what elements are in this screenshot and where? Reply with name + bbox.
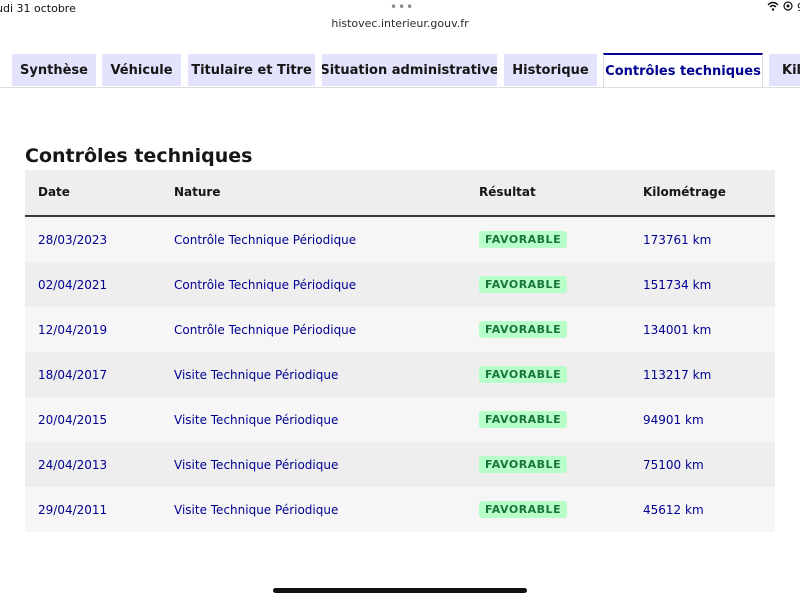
tab-kilometrage[interactable]: Kilo xyxy=(769,54,800,86)
row-date: 24/04/2013 xyxy=(38,458,108,472)
row-km: 134001 km xyxy=(643,323,712,337)
column-header-km: Kilométrage xyxy=(643,185,726,199)
row-nature: Visite Technique Périodique xyxy=(174,413,339,427)
result-badge: FAVORABLE xyxy=(479,276,568,293)
result-badge: FAVORABLE xyxy=(479,411,568,428)
column-header-result: Résultat xyxy=(479,185,536,199)
row-date: 18/04/2017 xyxy=(38,368,108,382)
row-km: 45612 km xyxy=(643,503,704,517)
tab-label: Synthèse xyxy=(20,62,88,78)
row-km: 94901 km xyxy=(643,413,704,427)
tab-historique[interactable]: Historique xyxy=(504,54,597,86)
tab-label: Véhicule xyxy=(110,62,173,78)
row-nature: Contrôle Technique Périodique xyxy=(174,323,357,337)
column-header-nature: Nature xyxy=(174,185,221,199)
status-time: udi 31 octobre xyxy=(0,2,76,15)
row-nature: Visite Technique Périodique xyxy=(174,368,339,382)
column-header-date: Date xyxy=(38,185,70,199)
tab-label: Titulaire et Titre xyxy=(191,62,312,78)
table-row: 24/04/2013 Visite Technique Périodique F… xyxy=(25,442,775,487)
row-km: 151734 km xyxy=(643,278,712,292)
result-badge: FAVORABLE xyxy=(479,231,568,248)
row-date: 20/04/2015 xyxy=(38,413,108,427)
status-bar: udi 31 octobre ••• histovec.interieur.go… xyxy=(0,0,800,40)
home-indicator[interactable] xyxy=(273,588,527,593)
tab-label: Historique xyxy=(512,62,589,78)
row-km: 113217 km xyxy=(643,368,712,382)
row-nature: Contrôle Technique Périodique xyxy=(174,233,357,247)
page-title: Contrôles techniques xyxy=(25,145,253,167)
row-date: 02/04/2021 xyxy=(38,278,108,292)
wifi-icon xyxy=(767,1,779,14)
tab-label: Contrôles techniques xyxy=(605,64,761,79)
tab-label: Kilo xyxy=(782,62,800,78)
location-icon xyxy=(783,1,793,14)
tab-vehicule[interactable]: Véhicule xyxy=(102,54,181,86)
table-row: 02/04/2021 Contrôle Technique Périodique… xyxy=(25,262,775,307)
tab-label: Situation administrative xyxy=(322,62,497,78)
tab-situation-administrative[interactable]: Situation administrative xyxy=(322,54,497,86)
result-badge: FAVORABLE xyxy=(479,501,568,518)
row-date: 12/04/2019 xyxy=(38,323,108,337)
row-nature: Visite Technique Périodique xyxy=(174,458,339,472)
address-bar-url[interactable]: histovec.interieur.gouv.fr xyxy=(0,17,800,30)
tab-synthese[interactable]: Synthèse xyxy=(12,54,96,86)
row-km: 173761 km xyxy=(643,233,712,247)
result-badge: FAVORABLE xyxy=(479,321,568,338)
table-row: 28/03/2023 Contrôle Technique Périodique… xyxy=(25,217,775,262)
table-row: 20/04/2015 Visite Technique Périodique F… xyxy=(25,397,775,442)
row-date: 28/03/2023 xyxy=(38,233,108,247)
row-km: 75100 km xyxy=(643,458,704,472)
result-badge: FAVORABLE xyxy=(479,366,568,383)
status-icons: 9 xyxy=(767,1,800,14)
table-header: Date Nature Résultat Kilométrage xyxy=(25,170,775,217)
more-dots-icon[interactable]: ••• xyxy=(390,0,414,14)
row-nature: Visite Technique Périodique xyxy=(174,503,339,517)
controles-table: Date Nature Résultat Kilométrage 28/03/2… xyxy=(25,170,775,532)
tab-bar: Synthèse Véhicule Titulaire et Titre Sit… xyxy=(0,40,800,88)
row-date: 29/04/2011 xyxy=(38,503,108,517)
result-badge: FAVORABLE xyxy=(479,456,568,473)
tab-controles-techniques[interactable]: Contrôles techniques xyxy=(603,53,763,87)
tab-titulaire-et-titre[interactable]: Titulaire et Titre xyxy=(188,54,315,86)
table-row: 12/04/2019 Contrôle Technique Périodique… xyxy=(25,307,775,352)
table-row: 18/04/2017 Visite Technique Périodique F… xyxy=(25,352,775,397)
table-row: 29/04/2011 Visite Technique Périodique F… xyxy=(25,487,775,532)
row-nature: Contrôle Technique Périodique xyxy=(174,278,357,292)
